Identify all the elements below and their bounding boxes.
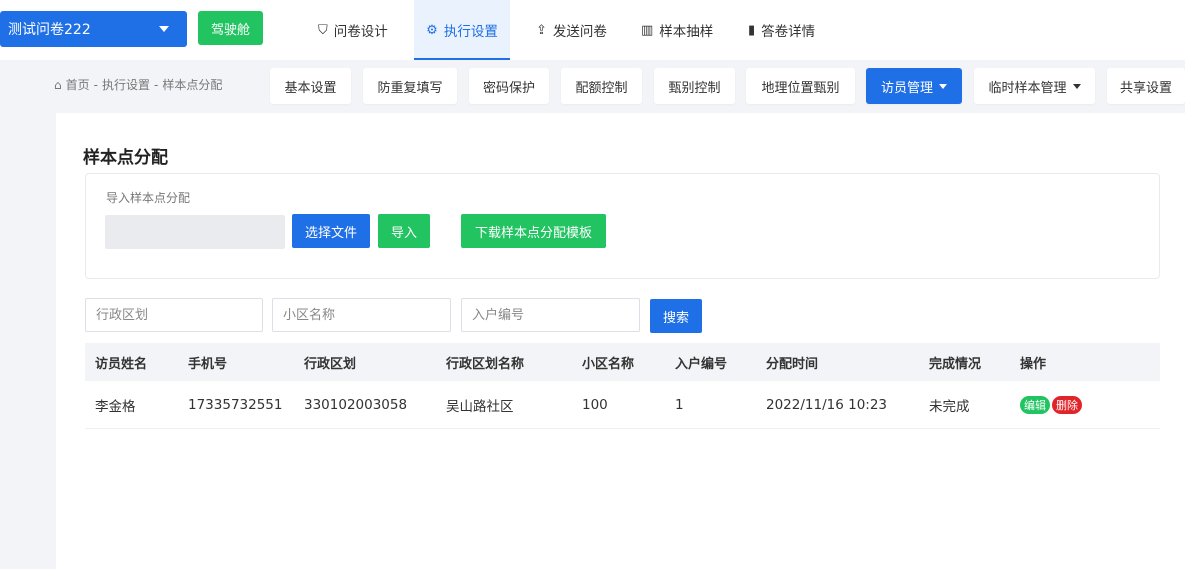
shield-icon: ⛉ (318, 22, 328, 38)
column-header: 小区名称 (582, 356, 635, 372)
breadcrumb: ⌂ 首页 - 执行设置 - 样本点分配 (54, 76, 222, 93)
community-filter-input[interactable] (272, 298, 451, 332)
home-icon[interactable]: ⌂ (54, 78, 62, 92)
subtab-password-protection[interactable]: 密码保护 (469, 68, 549, 104)
interviewer-name: 李金格 (95, 398, 136, 415)
column-header: 访员姓名 (95, 356, 148, 372)
tab-label: 发送问卷 (552, 24, 607, 40)
subtab-label: 访员管理 (880, 80, 933, 96)
table-header: 访员姓名 手机号 行政区划 行政区划名称 小区名称 入户编号 分配时间 完成情况… (85, 343, 1160, 381)
household-filter-input[interactable] (461, 298, 640, 332)
tab-survey-design[interactable]: ⛉ 问卷设计 (318, 0, 394, 60)
bar-chart-icon: ▮ (748, 22, 756, 38)
district-code: 330102003058 (304, 396, 408, 413)
settings-icon: ⚙ (426, 22, 438, 38)
subtab-interviewer-management[interactable]: 访员管理 (866, 68, 962, 104)
community-name: 100 (582, 396, 608, 413)
file-path-field[interactable] (105, 215, 285, 249)
survey-name: 测试问卷222 (8, 22, 91, 38)
allocation-table: 访员姓名 手机号 行政区划 行政区划名称 小区名称 入户编号 分配时间 完成情况… (85, 343, 1160, 429)
main-card: 样本点分配 导入样本点分配 选择文件 导入 下载样本点分配模板 搜索 访员姓名 … (56, 113, 1185, 569)
breadcrumb-current: 样本点分配 (162, 78, 223, 92)
page-title: 样本点分配 (83, 148, 168, 168)
subtab-geo-screening[interactable]: 地理位置甄别 (746, 68, 855, 104)
download-template-button[interactable]: 下载样本点分配模板 (461, 214, 606, 248)
import-button[interactable]: 导入 (378, 214, 430, 248)
column-header: 完成情况 (929, 356, 982, 372)
column-header: 入户编号 (675, 356, 728, 372)
tab-label: 答卷详情 (761, 24, 816, 40)
column-header: 分配时间 (766, 356, 819, 372)
edit-button[interactable]: 编辑 (1020, 395, 1050, 414)
phone-number: 17335732551 (188, 396, 283, 413)
tab-execution-settings[interactable]: ⚙ 执行设置 (414, 0, 510, 60)
breadcrumb-separator: - (154, 77, 159, 92)
subtab-label: 临时样本管理 (988, 80, 1067, 96)
chevron-down-icon (939, 83, 947, 89)
import-label: 导入样本点分配 (106, 191, 191, 205)
subtab-basic-settings[interactable]: 基本设置 (270, 68, 351, 104)
column-header: 手机号 (188, 356, 228, 372)
delete-button[interactable]: 删除 (1052, 395, 1082, 414)
household-number: 1 (675, 396, 684, 413)
top-navigation-bar: 测试问卷222 驾驶舱 ⛉ 问卷设计 ⚙ 执行设置 ⇪ 发送问卷 ▥ 样本抽样 … (0, 0, 1185, 60)
row-actions: 编辑 删除 (1020, 381, 1084, 428)
column-header: 行政区划 (304, 356, 357, 372)
share-icon: ⇪ (536, 22, 547, 38)
chevron-down-icon (159, 26, 169, 32)
tab-response-details[interactable]: ▮ 答卷详情 (748, 0, 828, 60)
tab-label: 问卷设计 (333, 24, 388, 40)
table-row: 李金格 17335732551 330102003058 吴山路社区 100 1… (85, 381, 1160, 429)
survey-selector[interactable]: 测试问卷222 (0, 11, 187, 47)
tab-sampling[interactable]: ▥ 样本抽样 (641, 0, 721, 60)
column-header: 操作 (1020, 356, 1047, 372)
completion-status: 未完成 (929, 398, 970, 415)
breadcrumb-home[interactable]: 首页 (66, 76, 90, 93)
subtab-temporary-sample[interactable]: 临时样本管理 (974, 68, 1095, 104)
tab-label: 执行设置 (443, 24, 498, 40)
chevron-down-icon (1072, 83, 1081, 89)
assigned-time: 2022/11/16 10:23 (766, 396, 888, 413)
import-panel: 导入样本点分配 选择文件 导入 下载样本点分配模板 (85, 173, 1160, 279)
search-button[interactable]: 搜索 (650, 299, 702, 333)
choose-file-button[interactable]: 选择文件 (292, 214, 370, 248)
district-filter-input[interactable] (85, 298, 263, 332)
cockpit-button[interactable]: 驾驶舱 (198, 11, 263, 45)
subtab-share-settings[interactable]: 共享设置 (1107, 68, 1185, 104)
subtab-prevent-duplicate[interactable]: 防重复填写 (363, 68, 457, 104)
column-header: 行政区划名称 (446, 356, 525, 372)
breadcrumb-separator: - (93, 77, 98, 92)
subtab-quota-control[interactable]: 配额控制 (561, 68, 642, 104)
tab-label: 样本抽样 (659, 24, 714, 40)
subtab-screening-control[interactable]: 甄别控制 (654, 68, 735, 104)
breadcrumb-execution-settings[interactable]: 执行设置 (102, 76, 150, 93)
tab-send-survey[interactable]: ⇪ 发送问卷 (536, 0, 616, 60)
district-name: 吴山路社区 (446, 398, 514, 415)
sample-icon: ▥ (641, 22, 654, 38)
